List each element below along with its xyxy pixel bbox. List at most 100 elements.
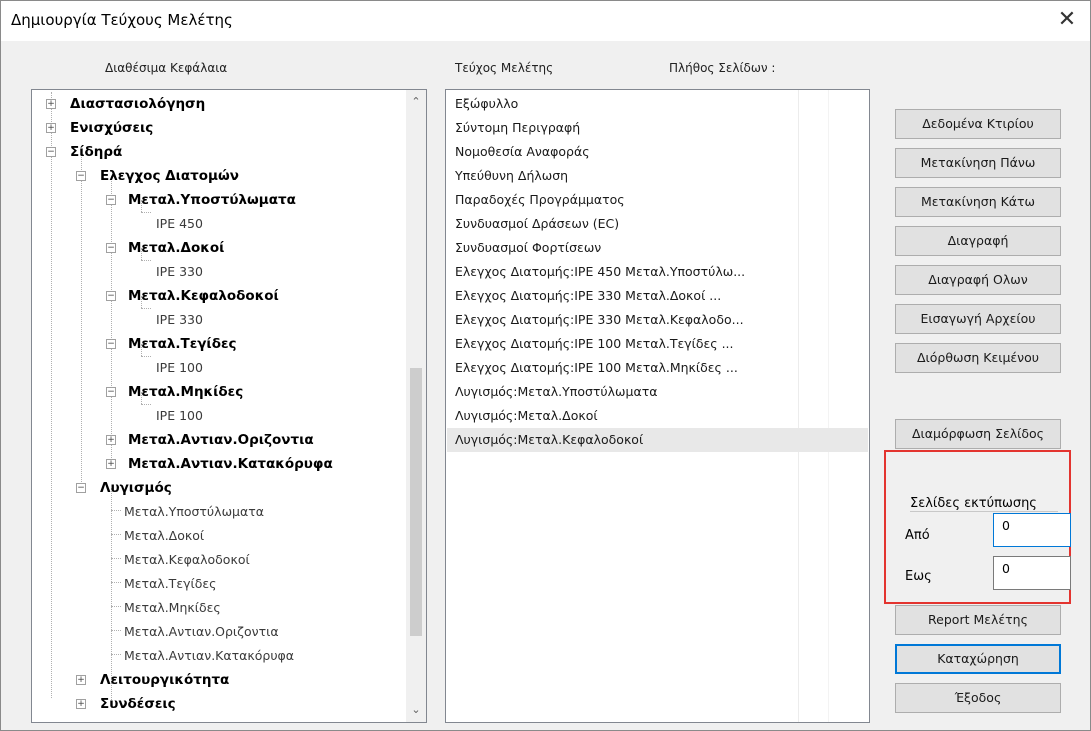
study-list-item[interactable]: Ελεγχος Διατομής:IPE 100 Μεταλ.Τεγίδες .…	[447, 332, 868, 356]
scroll-up-icon[interactable]: ⌃	[406, 92, 426, 112]
building-data-button[interactable]: Δεδομένα Κτιρίου	[895, 109, 1061, 139]
import-file-button[interactable]: Εισαγωγή Αρχείου	[895, 304, 1061, 334]
collapse-icon[interactable]: −	[46, 147, 56, 157]
tree-guide	[141, 308, 151, 309]
tree-item-label: Μεταλ.Δοκοί	[124, 528, 205, 543]
collapse-icon[interactable]: −	[106, 387, 116, 397]
delete-all-button[interactable]: Διαγραφή Ολων	[895, 265, 1061, 295]
tree-item-label: Σίδηρά	[70, 144, 123, 160]
from-page-input[interactable]: 0	[993, 513, 1071, 547]
edit-text-button[interactable]: Διόρθωση Κειμένου	[895, 343, 1061, 373]
study-list-item[interactable]: Παραδοχές Προγράμματος	[447, 188, 868, 212]
expand-icon[interactable]: +	[106, 435, 116, 445]
collapse-icon[interactable]: −	[106, 195, 116, 205]
tree-item-label: Μεταλ.Αντιαν.Κατακόρυφα	[124, 648, 295, 663]
tree-guide	[141, 356, 151, 357]
tree-item-label: Μεταλ.Αντιαν.Οριζοντια	[128, 432, 314, 448]
study-list-item[interactable]: Συνδυασμοί Φορτίσεων	[447, 236, 868, 260]
tree-guide	[111, 558, 121, 559]
collapse-icon[interactable]: −	[106, 243, 116, 253]
tree-item-label: Μεταλ.Υποστύλωματα	[128, 192, 296, 208]
tree-item-label: Ελεγχος Διατομών	[100, 168, 239, 184]
study-list-item[interactable]: Σύντομη Περιγραφή	[447, 116, 868, 140]
tree-item-label: IPE 450	[156, 216, 203, 231]
page-setup-button[interactable]: Διαμόρφωση Σελίδος	[895, 419, 1061, 449]
tree-item-label: Μεταλ.Αντιαν.Κατακόρυφα	[128, 456, 333, 472]
dialog-window: Δημιουργία Τεύχους Μελέτης ✕ Διαθέσιμα Κ…	[0, 0, 1091, 731]
tree-item-label: Μεταλ.Κεφαλοδοκοί	[124, 552, 250, 567]
tree-item-label: IPE 330	[156, 312, 203, 327]
tree-item-label: Λειτουργικότητα	[100, 672, 230, 688]
tree-guide	[51, 92, 52, 698]
study-list-item[interactable]: Συνδυασμοί Δράσεων (EC)	[447, 212, 868, 236]
scroll-down-icon[interactable]: ⌄	[406, 700, 426, 720]
tree-item-label: IPE 330	[156, 264, 203, 279]
report-button[interactable]: Report Μελέτης	[895, 605, 1061, 635]
study-list-item[interactable]: Ελεγχος Διατομής:IPE 450 Μεταλ.Υποστύλω.…	[447, 260, 868, 284]
scroll-thumb[interactable]	[410, 368, 422, 636]
tree-item-label: Μεταλ.Τεγίδες	[128, 336, 237, 352]
tree-item-label: Μεταλ.Κεφαλοδοκοί	[128, 288, 279, 304]
to-label: Εως	[905, 569, 932, 584]
print-pages-divider	[910, 511, 1058, 512]
expand-icon[interactable]: +	[76, 699, 86, 709]
from-label: Από	[905, 528, 930, 543]
study-list-item[interactable]: Εξώφυλλο	[447, 92, 868, 116]
print-pages-title: Σελίδες εκτύπωσης	[910, 496, 1037, 511]
study-list-item[interactable]: Ελεγχος Διατομής:IPE 330 Μεταλ.Κεφαλοδο.…	[447, 308, 868, 332]
tree-item-label: Διαστασιολόγηση	[70, 96, 206, 112]
tree-item-label: Μεταλ.Αντιαν.Οριζοντια	[124, 624, 279, 639]
tree-item-label: Μεταλ.Δοκοί	[128, 240, 225, 256]
tree-guide	[141, 404, 151, 405]
tree-item-label: Λυγισμός	[100, 480, 172, 496]
study-list-item[interactable]: Λυγισμός:Μεταλ.Δοκοί	[447, 404, 868, 428]
tree-item-label: Ενισχύσεις	[70, 120, 154, 136]
expand-icon[interactable]: +	[46, 123, 56, 133]
tree-item-label: IPE 100	[156, 408, 203, 423]
save-button[interactable]: Καταχώρηση	[895, 644, 1061, 674]
study-list-item[interactable]: Νομοθεσία Αναφοράς	[447, 140, 868, 164]
exit-button[interactable]: Έξοδος	[895, 683, 1061, 713]
tree-scrollbar[interactable]: ⌃ ⌄	[406, 90, 426, 722]
tree-guide	[141, 212, 151, 213]
expand-icon[interactable]: +	[106, 459, 116, 469]
study-list-item[interactable]: Λυγισμός:Μεταλ.Κεφαλοδοκοί	[447, 428, 868, 452]
to-page-input[interactable]: 0	[993, 556, 1071, 590]
study-list-item[interactable]: Λυγισμός:Μεταλ.Υποστύλωματα	[447, 380, 868, 404]
expand-icon[interactable]: +	[46, 99, 56, 109]
collapse-icon[interactable]: −	[76, 483, 86, 493]
tree-item-label: Συνδέσεις	[100, 696, 176, 712]
study-list-item[interactable]: Ελεγχος Διατομής:IPE 100 Μεταλ.Μηκίδες .…	[447, 356, 868, 380]
tree-guide	[111, 510, 121, 511]
tree-item-label: IPE 100	[156, 360, 203, 375]
tree-guide	[111, 176, 112, 468]
move-down-button[interactable]: Μετακίνηση Κάτω	[895, 187, 1061, 217]
tree-item-label: Μεταλ.Μηκίδες	[124, 600, 221, 615]
tree-guide	[111, 630, 121, 631]
tree-guide	[111, 534, 121, 535]
tree-guide	[81, 152, 82, 482]
move-up-button[interactable]: Μετακίνηση Πάνω	[895, 148, 1061, 178]
tree-guide	[141, 260, 151, 261]
tree-item-label: Μεταλ.Υποστύλωματα	[124, 504, 264, 519]
title-bar: Δημιουργία Τεύχους Μελέτης ✕	[1, 1, 1090, 41]
window-title: Δημιουργία Τεύχους Μελέτης	[11, 11, 233, 29]
tree-guide	[111, 606, 121, 607]
collapse-icon[interactable]: −	[106, 339, 116, 349]
tree-guide	[111, 582, 121, 583]
close-icon[interactable]: ✕	[1050, 5, 1084, 35]
study-volume-header: Τεύχος Μελέτης	[455, 61, 554, 75]
expand-icon[interactable]: +	[76, 675, 86, 685]
study-list-item[interactable]: Ελεγχος Διατομής:IPE 330 Μεταλ.Δοκοί ...	[447, 284, 868, 308]
study-list-item[interactable]: Υπεύθυνη Δήλωση	[447, 164, 868, 188]
page-count-header: Πλήθος Σελίδων :	[669, 61, 776, 75]
tree-item-label: Μεταλ.Τεγίδες	[124, 576, 217, 591]
collapse-icon[interactable]: −	[106, 291, 116, 301]
collapse-icon[interactable]: −	[76, 171, 86, 181]
study-list[interactable]: Εξώφυλλο Σύντομη Περιγραφή Νομοθεσία Αναφο…	[445, 89, 870, 723]
chapters-tree[interactable]: + Διαστασιολόγηση + Ενισχύσεις − Σίδηρά …	[31, 89, 427, 723]
available-chapters-header: Διαθέσιμα Κεφάλαια	[105, 61, 228, 75]
delete-button[interactable]: Διαγραφή	[895, 226, 1061, 256]
tree-guide	[111, 654, 121, 655]
tree-item-label: Μεταλ.Μηκίδες	[128, 384, 244, 400]
